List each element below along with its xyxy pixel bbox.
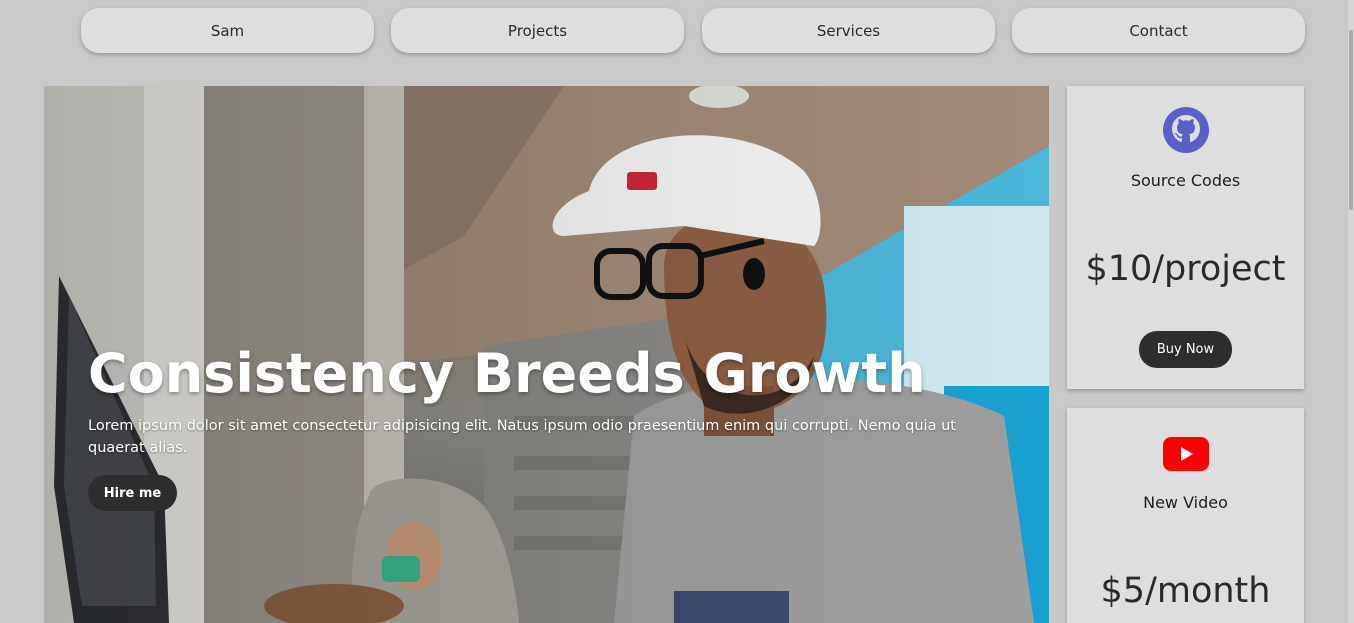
nav-item-contact[interactable]: Contact [1012, 8, 1305, 53]
scrollbar[interactable] [1348, 0, 1354, 623]
nav-item-services[interactable]: Services [702, 8, 995, 53]
nav-item-sam[interactable]: Sam [81, 8, 374, 53]
card-price: $5/month [1100, 571, 1271, 611]
hero-banner: Consistency Breeds Growth Lorem ipsum do… [44, 86, 1049, 623]
buy-now-button[interactable]: Buy Now [1139, 331, 1232, 368]
hero-title: Consistency Breeds Growth [88, 342, 926, 405]
card-title: Source Codes [1130, 171, 1241, 190]
youtube-icon [1162, 430, 1209, 477]
github-icon [1162, 106, 1209, 153]
service-card-source-codes: Source Codes $10/project Buy Now [1067, 86, 1304, 389]
nav-item-projects[interactable]: Projects [391, 8, 684, 53]
hero-description: Lorem ipsum dolor sit amet consectetur a… [88, 418, 956, 456]
hire-me-button[interactable]: Hire me [88, 475, 177, 511]
card-title: New Video [1143, 493, 1228, 512]
scrollbar-thumb[interactable] [1349, 30, 1353, 210]
top-navigation: Sam Projects Services Contact [81, 8, 1305, 54]
card-price: $10/project [1085, 249, 1286, 289]
service-card-new-video: New Video $5/month [1067, 408, 1304, 623]
